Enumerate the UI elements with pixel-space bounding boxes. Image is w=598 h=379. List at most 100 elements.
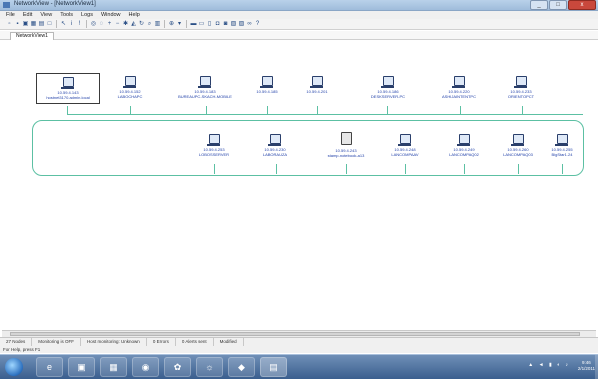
taskbar-networkview-icon[interactable]: ▤	[260, 357, 287, 377]
cursor-icon[interactable]: ↖	[60, 21, 67, 28]
window-title-bar[interactable]: NetworkView - [NetworkView1] _ □ x	[0, 0, 598, 11]
network-node[interactable]: 10.59.4.201	[292, 76, 342, 95]
alert-icon[interactable]: !	[76, 21, 83, 28]
horizontal-scrollbar[interactable]	[2, 330, 596, 337]
taskbar-app-icon[interactable]: ☼	[196, 357, 223, 377]
menu-help[interactable]: Help	[129, 11, 140, 19]
search-icon[interactable]: ⌕	[146, 21, 153, 28]
taskbar-ie-icon[interactable]: e	[36, 357, 63, 377]
network-node[interactable]: 10.59.4.183 BUREAUPC-SKACH-MOBILE	[174, 76, 236, 99]
start-button[interactable]	[5, 358, 23, 376]
help-icon[interactable]: ?	[254, 21, 261, 28]
rect-icon[interactable]: □	[46, 21, 53, 28]
node-name: ORIENTOPCT	[507, 93, 535, 99]
minimize-button[interactable]: _	[530, 0, 548, 10]
save-icon[interactable]: ▣	[22, 21, 29, 28]
network-node[interactable]: 10.59.4.186 DESKSERVER-PC	[358, 76, 418, 99]
node-name: stamp-notebook-a13	[327, 152, 365, 158]
network-node[interactable]: 10.59.4.248 LANCOMPAAV	[380, 134, 430, 157]
network-node[interactable]: 10.59.4.233 ORIENTOPCT	[496, 76, 546, 99]
network-node[interactable]: 10.59.4.185	[242, 76, 292, 95]
refresh-icon[interactable]: ↻	[138, 21, 145, 28]
remove-icon[interactable]: −	[114, 21, 121, 28]
scan-icon[interactable]: ⊕	[168, 21, 175, 28]
taskbar-app-icon[interactable]: ▦	[100, 357, 127, 377]
clock[interactable]: 9:46 2/1/2011	[578, 360, 595, 372]
server-icon[interactable]: ▯	[206, 21, 213, 28]
link-row1-drop	[387, 106, 388, 115]
maximize-button[interactable]: □	[549, 0, 567, 10]
link-row1-drop	[267, 106, 268, 115]
menu-bar: File Edit View Tools Logs Window Help	[0, 11, 598, 19]
status-monitoring: Monitoring is OFF	[32, 338, 82, 346]
network-map-canvas[interactable]: 10.59.4.143 hostnet3170.admin.local 10.5…	[2, 40, 596, 330]
menu-logs[interactable]: Logs	[81, 11, 93, 19]
node-name: LOBOSSERVER	[198, 151, 230, 157]
tab-networkview1[interactable]: NetworkView1	[10, 32, 54, 40]
app-icon	[3, 2, 10, 8]
link-row2-drop	[405, 164, 406, 174]
switch-icon[interactable]: ◙	[222, 21, 229, 28]
menu-window[interactable]: Window	[101, 11, 121, 19]
monitor-icon[interactable]: ▬	[190, 21, 197, 28]
menu-tools[interactable]: Tools	[60, 11, 73, 19]
computer-icon	[60, 77, 74, 89]
network-node[interactable]: 10.59.4.249 LANCOMPAQ02	[439, 134, 489, 157]
link-row1-drop	[317, 106, 318, 115]
taskbar-media-icon[interactable]: ◉	[132, 357, 159, 377]
computer-icon	[554, 134, 568, 146]
node-name: LABOCHAPC	[117, 93, 143, 99]
close-button[interactable]: x	[568, 0, 596, 10]
network-node[interactable]: 10.59.4.220 ASHIJAINTENTPC	[434, 76, 484, 99]
grid-icon[interactable]: ▦	[30, 21, 37, 28]
taskbar: e ▣ ▦ ◉ ✿ ☼ ◆ ▤ ▲ ◄ ▮ ◐ ♪ 9:46 2/1/2011	[0, 354, 598, 379]
node-name: BUREAUPC-SKACH-MOBILE	[178, 93, 232, 99]
computer-icon	[397, 134, 411, 146]
info-icon[interactable]: i	[68, 21, 75, 28]
network-node[interactable]: 10.59.4.152 LABOCHAPC	[105, 76, 155, 99]
chart-icon[interactable]: ▥	[154, 21, 161, 28]
menu-view[interactable]: View	[40, 11, 52, 19]
scrollbar-thumb[interactable]	[10, 332, 580, 336]
link-row2-drop	[518, 164, 519, 174]
network-node[interactable]: 10.59.4.230 LABORAUZA	[250, 134, 300, 157]
new-icon[interactable]: ▫	[6, 21, 13, 28]
window-controls: _ □ x	[530, 0, 596, 10]
dropdown-icon[interactable]: ▾	[176, 21, 183, 28]
node-name: BigStar1.24	[551, 151, 573, 157]
system-tray-icons[interactable]: ▲ ◄ ▮ ◐ ♪	[528, 362, 570, 368]
taskbar-chrome-icon[interactable]: ✿	[164, 357, 191, 377]
network-node[interactable]: 10.59.4.253 LOBOSSERVER	[189, 134, 239, 157]
network-node[interactable]: 10.59.4.243 stamp-notebook-a13	[318, 132, 374, 158]
link-icon[interactable]: ∞	[246, 21, 253, 28]
network-icon[interactable]: ✱	[122, 21, 129, 28]
link-row2-drop	[214, 164, 215, 174]
printer-icon[interactable]: ▨	[238, 21, 245, 28]
status-errors: 0 Errors	[147, 338, 176, 346]
taskbar-explorer-icon[interactable]: ▣	[68, 357, 95, 377]
open-icon[interactable]: ▪	[14, 21, 21, 28]
computer-icon	[451, 76, 465, 88]
network-node[interactable]: 10.59.4.260 LANCOMPAQ03	[493, 134, 543, 157]
add-icon[interactable]: +	[106, 21, 113, 28]
computer-icon[interactable]: ▭	[198, 21, 205, 28]
hub-icon[interactable]: ▧	[230, 21, 237, 28]
link-row1-drop	[130, 106, 131, 115]
print-icon[interactable]: ▤	[38, 21, 45, 28]
map-icon[interactable]: ◭	[130, 21, 137, 28]
node-name: LANCOMPAQ02	[449, 151, 479, 157]
network-node[interactable]: 10.59.4.143 hostnet3170.admin.local	[36, 73, 100, 104]
zoom-out-icon[interactable]: ◌	[98, 21, 105, 28]
menu-file[interactable]: File	[6, 11, 15, 19]
node-name: LANCOMPAAV	[391, 151, 419, 157]
network-node[interactable]: 10.59.4.255 BigStar1.24	[537, 134, 587, 157]
status-modified: Modified	[214, 338, 244, 346]
toolbar-separator	[86, 20, 87, 28]
computer-icon	[380, 76, 394, 88]
taskbar-app-icon[interactable]: ◆	[228, 357, 255, 377]
zoom-in-icon[interactable]: ◎	[90, 21, 97, 28]
router-icon[interactable]: ◘	[214, 21, 221, 28]
menu-edit[interactable]: Edit	[23, 11, 32, 19]
status-node-count: 27 Nodes	[0, 338, 33, 346]
toolbar-separator	[186, 20, 187, 28]
